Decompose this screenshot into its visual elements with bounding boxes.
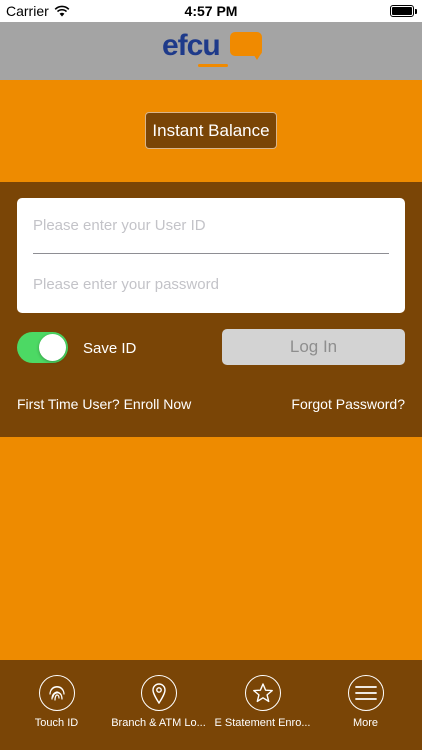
logo-text: efcu <box>162 29 221 62</box>
credentials-card: Please enter your User ID Please enter y… <box>17 198 405 313</box>
efcu-logo: efcu <box>162 29 272 71</box>
user-id-input[interactable]: Please enter your User ID <box>33 198 389 254</box>
status-bar: Carrier 4:57 PM <box>0 0 422 22</box>
password-input[interactable]: Please enter your password <box>33 256 389 312</box>
bottom-tab-bar: Touch ID Branch & ATM Lo... E Statement … <box>0 660 422 750</box>
app-header: efcu <box>0 22 422 80</box>
enroll-link[interactable]: First Time User? Enroll Now <box>17 396 191 412</box>
save-id-label: Save ID <box>83 340 137 357</box>
star-icon <box>244 675 281 711</box>
speech-bubble-icon <box>230 32 262 60</box>
menu-icon <box>347 675 384 711</box>
tab-label: E Statement Enro... <box>214 717 311 729</box>
battery-icon <box>390 5 417 17</box>
instant-balance-button[interactable]: Instant Balance <box>145 112 277 149</box>
tab-touch-id[interactable]: Touch ID <box>4 675 109 735</box>
tab-label: Touch ID <box>34 717 79 729</box>
tab-label: More <box>352 717 379 729</box>
login-panel: Please enter your User ID Please enter y… <box>0 182 422 437</box>
tab-branch-atm[interactable]: Branch & ATM Lo... <box>106 675 211 735</box>
fingerprint-icon <box>38 675 75 711</box>
login-button[interactable]: Log In <box>222 329 405 365</box>
instant-balance-section: Instant Balance <box>0 80 422 182</box>
tab-e-statement[interactable]: E Statement Enro... <box>210 675 315 735</box>
location-pin-icon <box>140 675 177 711</box>
save-id-toggle[interactable] <box>17 332 68 363</box>
clock: 4:57 PM <box>184 3 238 19</box>
forgot-password-link[interactable]: Forgot Password? <box>291 396 405 412</box>
tab-label: Branch & ATM Lo... <box>111 717 206 729</box>
toggle-knob <box>39 334 66 361</box>
tab-more[interactable]: More <box>313 675 418 735</box>
logo-underline <box>198 64 228 67</box>
